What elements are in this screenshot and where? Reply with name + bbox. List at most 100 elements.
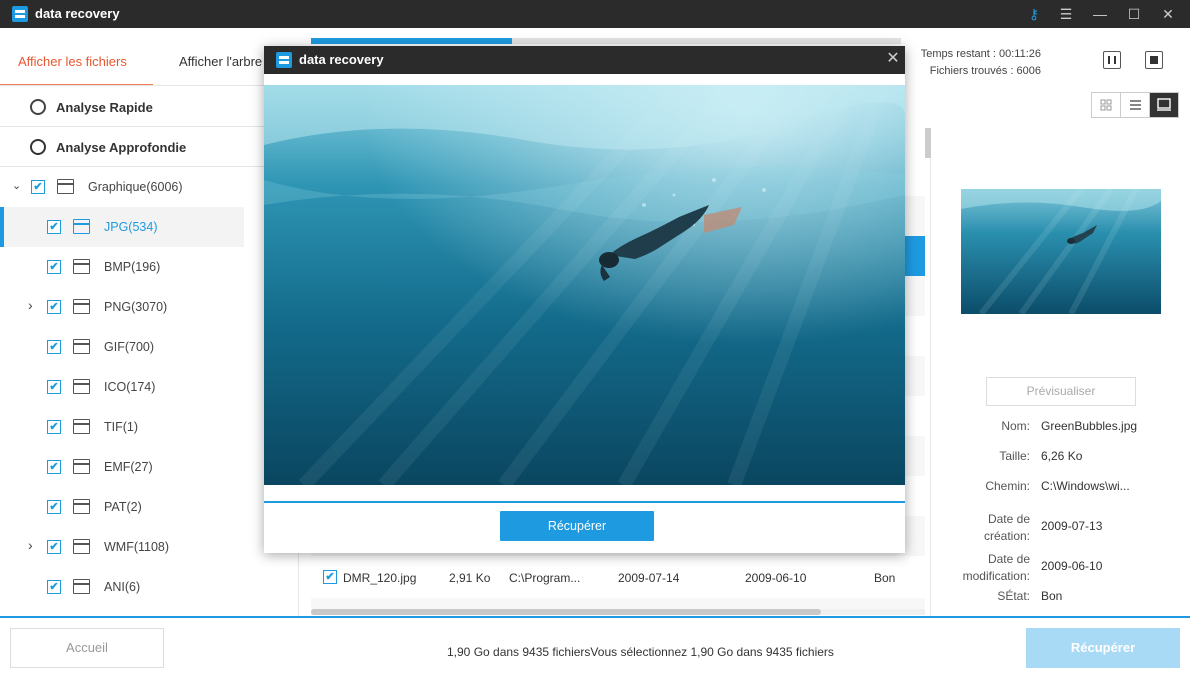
close-icon[interactable]: ✕: [1156, 3, 1180, 25]
scrollbar-thumb[interactable]: [311, 609, 821, 615]
preview-modal: data recovery ✕ Récupérer: [264, 46, 905, 553]
file-path: C:\Program...: [509, 571, 581, 585]
preview-thumbnail: [961, 189, 1161, 314]
chevron-right-icon[interactable]: ›: [28, 537, 33, 553]
tree-root[interactable]: ⌄ ✔ Graphique(6006): [0, 167, 298, 207]
tree-item-label: GIF(700): [104, 340, 155, 354]
list-vertical-scrollbar[interactable]: [925, 128, 931, 158]
table-row[interactable]: ✔ DMR_120.jpg 2,91 Ko C:\Program... 2009…: [311, 558, 925, 598]
stop-button[interactable]: [1145, 51, 1163, 69]
pause-icon: [1108, 56, 1116, 64]
file-state: Bon: [874, 571, 896, 585]
key-icon[interactable]: ⚷: [1022, 3, 1046, 25]
scan-progress-bar: [311, 38, 901, 44]
tree-item-png[interactable]: › ✔ PNG(3070): [0, 287, 298, 327]
folder-icon: [73, 499, 90, 514]
tree-item-checkbox[interactable]: ✔: [47, 340, 61, 354]
tree-item-label: WMF(1108): [104, 540, 170, 554]
check-circle-icon: [30, 99, 46, 115]
selected-row-highlight: [905, 236, 925, 276]
list-view-button[interactable]: [1120, 92, 1150, 118]
preview-button[interactable]: Prévisualiser: [986, 377, 1136, 406]
quick-scan-row[interactable]: Analyse Rapide: [0, 87, 298, 127]
tab-underline: [0, 84, 153, 85]
chevron-down-icon[interactable]: ⌄: [12, 179, 21, 192]
detail-state-key: SÉtat:: [997, 589, 1030, 603]
folder-icon: [73, 219, 90, 234]
tree-item-bmp[interactable]: ✔ BMP(196): [0, 247, 298, 287]
tree-item-emf[interactable]: ✔ EMF(27): [0, 447, 298, 487]
tree-item-wmf[interactable]: › ✔ WMF(1108): [0, 527, 298, 567]
tree-item-checkbox[interactable]: ✔: [47, 500, 61, 514]
tab-files[interactable]: Afficher les fichiers: [18, 54, 127, 69]
tree-item-gif[interactable]: ✔ GIF(700): [0, 327, 298, 367]
file-modified: 2009-06-10: [745, 571, 807, 585]
minimize-icon[interactable]: —: [1088, 3, 1112, 25]
folder-icon: [73, 299, 90, 314]
folder-icon: [73, 459, 90, 474]
recover-button[interactable]: Récupérer: [1026, 628, 1180, 668]
detail-created-value: 2009-07-13: [1041, 519, 1103, 533]
tree-item-label: JPG(534): [104, 220, 158, 234]
tree-item-checkbox[interactable]: ✔: [47, 300, 61, 314]
app-logo-icon: [276, 52, 292, 68]
folder-icon: [73, 259, 90, 274]
time-remaining: Temps restant : 00:11:26: [920, 48, 1041, 60]
tree-item-jpg[interactable]: ✔ JPG(534): [0, 207, 244, 247]
stop-icon: [1150, 56, 1158, 64]
quick-scan-label: Analyse Rapide: [56, 100, 153, 115]
maximize-icon[interactable]: ☐: [1122, 3, 1146, 25]
app-title: data recovery: [35, 6, 120, 21]
tree-item-checkbox[interactable]: ✔: [47, 380, 61, 394]
tree-item-checkbox[interactable]: ✔: [47, 420, 61, 434]
tab-tree[interactable]: Afficher l'arbre: [179, 54, 262, 69]
modal-title: data recovery: [299, 52, 384, 67]
tree-item-checkbox[interactable]: ✔: [47, 580, 61, 594]
title-bar: data recovery ⚷ ☰ — ☐ ✕: [0, 0, 1190, 28]
image-folder-icon: [57, 179, 74, 194]
files-found: Fichiers trouvés : 6006: [929, 65, 1041, 77]
right-panel-divider: [930, 128, 931, 616]
tree-item-label: ICO(174): [104, 380, 156, 394]
home-button[interactable]: Accueil: [10, 628, 164, 668]
pause-button[interactable]: [1103, 51, 1121, 69]
tree-item-label: ANI(6): [104, 580, 141, 594]
tree-root-checkbox[interactable]: ✔: [31, 180, 45, 194]
chevron-right-icon[interactable]: ›: [28, 297, 33, 313]
deep-scan-row[interactable]: Analyse Approfondie: [0, 127, 298, 167]
menu-icon[interactable]: ☰: [1054, 3, 1078, 25]
detail-name-value: GreenBubbles.jpg: [1041, 419, 1138, 433]
folder-icon: [73, 379, 90, 394]
detail-name-key: Nom:: [1001, 419, 1030, 433]
list-view-icon: [1130, 100, 1141, 110]
tree-item-label: TIF(1): [104, 420, 139, 434]
tree-item-checkbox[interactable]: ✔: [47, 260, 61, 274]
list-horizontal-scrollbar[interactable]: [311, 609, 925, 615]
grid-view-button[interactable]: [1091, 92, 1121, 118]
selection-summary: 1,90 Go dans 9435 fichiersVous sélection…: [447, 645, 834, 659]
tree-item-tif[interactable]: ✔ TIF(1): [0, 407, 298, 447]
grid-view-icon: [1100, 99, 1112, 111]
view-tabs: Afficher les fichiers Afficher l'arbre: [0, 28, 298, 86]
detail-size-key: Taille:: [999, 449, 1030, 463]
detail-created-key: Date de création:: [983, 512, 1030, 543]
preview-image: [264, 85, 905, 485]
tree-item-ani[interactable]: ✔ ANI(6): [0, 567, 298, 607]
detail-path-value: C:\Windows\wi...: [1041, 479, 1130, 493]
folder-icon: [73, 419, 90, 434]
detail-modified-value: 2009-06-10: [1041, 559, 1103, 573]
row-checkbox[interactable]: ✔: [323, 570, 337, 584]
tree-item-label: PAT(2): [104, 500, 142, 514]
tree-root-label: Graphique(6006): [88, 180, 183, 194]
preview-view-button[interactable]: [1149, 92, 1179, 118]
tree-item-checkbox[interactable]: ✔: [47, 460, 61, 474]
modal-recover-button[interactable]: Récupérer: [500, 511, 654, 541]
tree-item-checkbox[interactable]: ✔: [47, 540, 61, 554]
tree-item-pat[interactable]: ✔ PAT(2): [0, 487, 298, 527]
tree-item-ico[interactable]: ✔ ICO(174): [0, 367, 298, 407]
scan-progress-fill: [311, 38, 512, 44]
close-icon[interactable]: ✕: [884, 50, 902, 68]
app-logo-icon: [12, 6, 28, 22]
tree-item-checkbox[interactable]: ✔: [47, 220, 61, 234]
detail-size-value: 6,26 Ko: [1041, 449, 1083, 463]
